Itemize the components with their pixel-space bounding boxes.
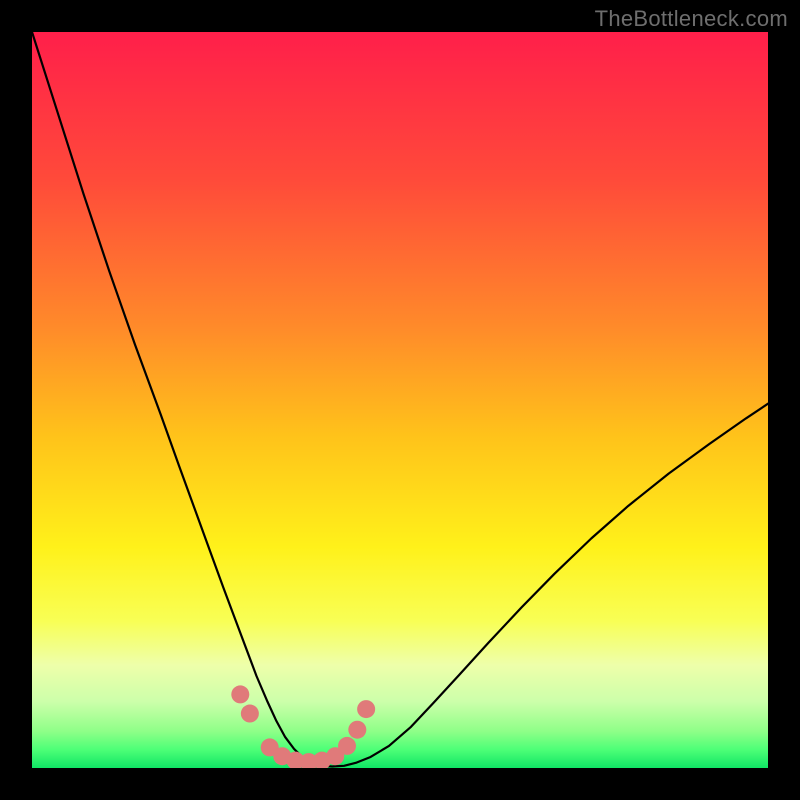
inflection-marker [357, 700, 375, 718]
inflection-marker [241, 705, 259, 723]
watermark-text: TheBottleneck.com [595, 6, 788, 32]
inflection-marker [348, 721, 366, 739]
bottleneck-curve [32, 32, 768, 767]
curve-layer [32, 32, 768, 768]
inflection-markers [231, 685, 375, 768]
plot-area [32, 32, 768, 768]
inflection-marker [338, 737, 356, 755]
chart-frame: TheBottleneck.com [0, 0, 800, 800]
inflection-marker [231, 685, 249, 703]
